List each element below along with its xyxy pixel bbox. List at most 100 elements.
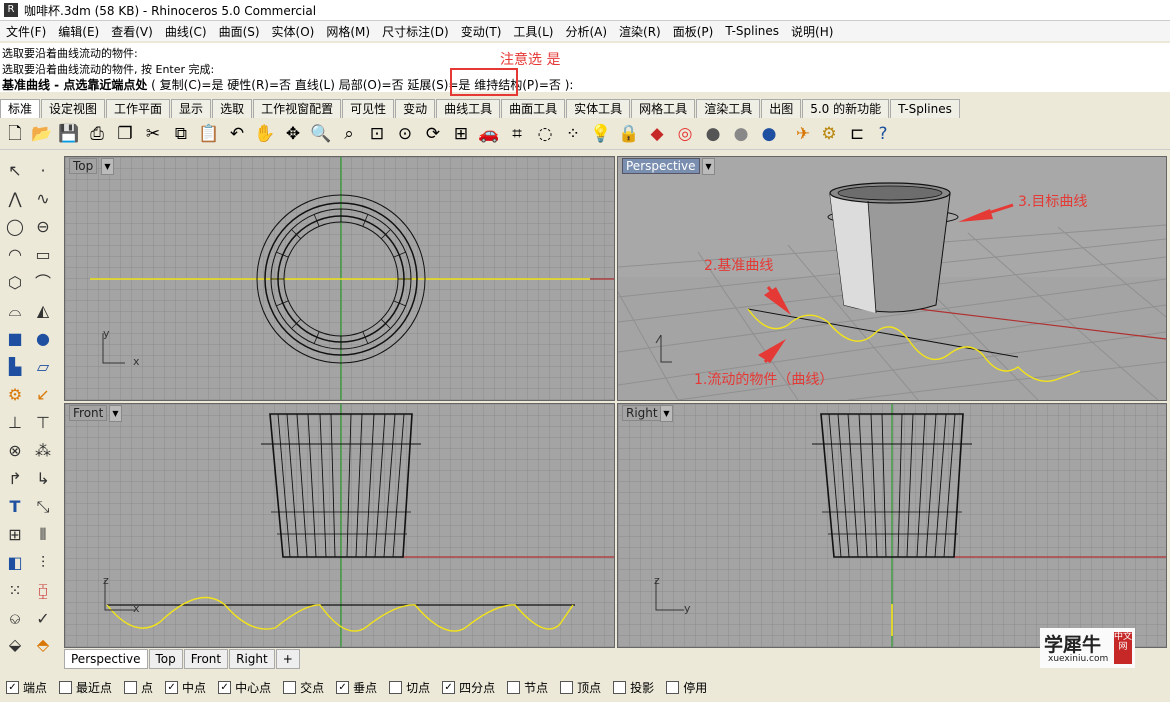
- dimension-tool-icon[interactable]: ⊥: [2, 410, 28, 436]
- tab-visibility[interactable]: 可见性: [342, 99, 395, 118]
- box-icon[interactable]: ■: [2, 326, 28, 352]
- boolean-icon[interactable]: ⊗: [2, 438, 28, 464]
- chevron-down-icon[interactable]: ▼: [109, 405, 122, 422]
- menu-analyze[interactable]: 分析(A): [559, 23, 613, 40]
- open-icon[interactable]: 📂: [31, 123, 53, 145]
- flow-arrow-icon[interactable]: ↙: [30, 382, 56, 408]
- chevron-down-icon[interactable]: ▼: [660, 405, 673, 422]
- lock-icon[interactable]: 🔒: [618, 123, 640, 145]
- viewport-right[interactable]: Right ▼ z y: [617, 403, 1167, 648]
- checkbox-checked-icon[interactable]: ✓: [6, 681, 19, 694]
- tab-new-in-v5[interactable]: 5.0 的新功能: [802, 99, 890, 118]
- pan-icon[interactable]: ✋: [254, 123, 276, 145]
- import-icon[interactable]: ❐: [114, 123, 136, 145]
- menu-mesh[interactable]: 网格(M): [320, 23, 376, 40]
- tab-render-tools[interactable]: 渲染工具: [696, 99, 761, 118]
- checkbox-checked-icon[interactable]: ✓: [442, 681, 456, 694]
- rotate-icon[interactable]: ⟳: [422, 123, 444, 145]
- arc-icon[interactable]: ◠: [2, 242, 28, 268]
- copy-icon[interactable]: ⧉: [170, 123, 192, 145]
- osnap-option[interactable]: 最近点: [59, 679, 112, 696]
- tab-select[interactable]: 选取: [212, 99, 253, 118]
- menu-solid[interactable]: 实体(O): [266, 23, 321, 40]
- offset-icon[interactable]: ⌓: [2, 298, 28, 324]
- tab-tsplines[interactable]: T-Splines: [890, 99, 960, 118]
- planar-icon[interactable]: ▱: [30, 354, 56, 380]
- tab-cplane[interactable]: 工作平面: [106, 99, 171, 118]
- grid-array-icon[interactable]: ⁙: [2, 578, 28, 604]
- menu-view[interactable]: 查看(V): [105, 23, 159, 40]
- zoom-extents-icon[interactable]: ⊡: [366, 123, 388, 145]
- freeform-icon[interactable]: ⌒: [30, 270, 56, 296]
- tab-curve-tools[interactable]: 曲线工具: [436, 99, 501, 118]
- cut-icon[interactable]: ✂: [142, 123, 164, 145]
- osnap-option[interactable]: 顶点: [560, 679, 601, 696]
- viewport-label[interactable]: Front: [69, 405, 108, 421]
- chamfer-icon[interactable]: ↳: [30, 466, 56, 492]
- viewport-label[interactable]: Right: [622, 405, 662, 421]
- surface-icon[interactable]: ◭: [30, 298, 56, 324]
- menu-dimension[interactable]: 尺寸标注(D): [376, 23, 455, 40]
- layer-icon[interactable]: ◆: [646, 123, 668, 145]
- chevron-down-icon[interactable]: ▼: [702, 158, 715, 175]
- four-view-icon[interactable]: ⊞: [450, 123, 472, 145]
- bucket-icon[interactable]: ⬘: [30, 632, 56, 658]
- text-dot-icon[interactable]: ⊤: [30, 410, 56, 436]
- tab-top[interactable]: Top: [148, 649, 183, 669]
- menu-render[interactable]: 渲染(R): [613, 23, 667, 40]
- rotate-view-icon[interactable]: ✥: [282, 123, 304, 145]
- checkbox-empty-icon[interactable]: [59, 681, 73, 694]
- circle-icon[interactable]: ◌: [534, 123, 556, 145]
- paint-icon[interactable]: ⎉: [2, 606, 28, 632]
- menu-panels[interactable]: 面板(P): [667, 23, 720, 40]
- undo-icon[interactable]: ↶: [226, 123, 248, 145]
- tab-drafting[interactable]: 出图: [761, 99, 802, 118]
- zoom-selected-icon[interactable]: ⊙: [394, 123, 416, 145]
- dimension-icon[interactable]: ⊏: [846, 123, 868, 145]
- checkbox-empty-icon[interactable]: [124, 681, 138, 694]
- polyline-icon[interactable]: ⋀: [2, 186, 28, 212]
- osnap-option[interactable]: 停用: [666, 679, 707, 696]
- print-icon[interactable]: ⎙: [86, 123, 108, 145]
- osnap-option[interactable]: 点: [124, 679, 153, 696]
- eraser-icon[interactable]: ⬙: [2, 632, 28, 658]
- cluster-icon[interactable]: ⁂: [30, 438, 56, 464]
- mesh-gear-icon[interactable]: ⚙: [2, 382, 28, 408]
- checkbox-empty-icon[interactable]: [613, 681, 627, 694]
- tab-standard[interactable]: 标准: [0, 99, 41, 118]
- viewport-label[interactable]: Top: [69, 158, 98, 174]
- viewport-label[interactable]: Perspective: [622, 158, 700, 174]
- checkbox-checked-icon[interactable]: ✓: [218, 681, 232, 694]
- checkbox-checked-icon[interactable]: ✓: [165, 681, 179, 694]
- sphere-blue-icon[interactable]: ●: [758, 123, 780, 145]
- text-icon[interactable]: T: [2, 494, 28, 520]
- tab-surface-tools[interactable]: 曲面工具: [501, 99, 566, 118]
- car-icon[interactable]: 🚗: [478, 123, 500, 145]
- light-select-icon[interactable]: ✈: [792, 123, 814, 145]
- rectangle-icon[interactable]: ▭: [30, 242, 56, 268]
- save-icon[interactable]: 💾: [58, 123, 80, 145]
- sphere-solid-icon[interactable]: ●: [30, 326, 56, 352]
- polygon-icon[interactable]: ⬡: [2, 270, 28, 296]
- paste-icon[interactable]: 📋: [198, 123, 220, 145]
- group-icon[interactable]: ⊞: [2, 522, 28, 548]
- viewport-top[interactable]: Top ▼ y x: [64, 156, 615, 401]
- tab-front[interactable]: Front: [183, 649, 229, 669]
- scale-icon[interactable]: ⤡: [30, 494, 56, 520]
- menu-help[interactable]: 说明(H): [785, 23, 839, 40]
- mirror-icon[interactable]: ⫴: [30, 522, 56, 548]
- osnap-option[interactable]: 交点: [283, 679, 324, 696]
- menu-transform[interactable]: 变动(T): [455, 23, 508, 40]
- osnap-option[interactable]: ✓ 垂点: [336, 679, 377, 696]
- points-icon[interactable]: ⁘: [562, 123, 584, 145]
- sphere-icon[interactable]: ●: [702, 123, 724, 145]
- menu-edit[interactable]: 编辑(E): [52, 23, 105, 40]
- light-icon[interactable]: 💡: [590, 123, 612, 145]
- osnap-option[interactable]: ✓ 中心点: [218, 679, 271, 696]
- color-wheel-icon[interactable]: ◎: [674, 123, 696, 145]
- circle-tool-icon[interactable]: ◯: [2, 214, 28, 240]
- menu-tsplines[interactable]: T-Splines: [719, 24, 785, 38]
- menu-surface[interactable]: 曲面(S): [213, 23, 266, 40]
- menu-curve[interactable]: 曲线(C): [159, 23, 213, 40]
- checkbox-empty-icon[interactable]: [666, 681, 680, 694]
